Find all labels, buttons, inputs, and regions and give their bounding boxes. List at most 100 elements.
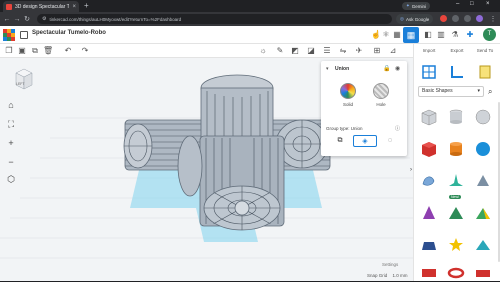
shapes-panel: Import Export Send To Basic Shapes ▾ ⌕ N…: [413, 44, 500, 281]
site-info-icon[interactable]: ⚙: [42, 16, 46, 22]
half-sphere-shape[interactable]: [420, 236, 438, 254]
minimize-icon[interactable]: –: [456, 1, 459, 7]
new-tab-button[interactable]: +: [84, 1, 89, 10]
maximize-icon[interactable]: □: [470, 1, 474, 7]
zoom-in-icon[interactable]: +: [5, 137, 17, 149]
shape-category-select[interactable]: Basic Shapes ▾: [418, 86, 484, 97]
sphere-hole-shape[interactable]: [474, 108, 492, 126]
close-window-icon[interactable]: ×: [486, 1, 490, 7]
blocks-icon[interactable]: ◧: [423, 30, 433, 40]
ask-google-label: Ask Google: [405, 16, 430, 22]
copy-icon[interactable]: ❐: [4, 46, 14, 56]
shape-inspector: ▾ Union 🔒 ◉ Solid Hole Group type: Union…: [321, 61, 407, 156]
perspective-icon[interactable]: ⬡: [5, 173, 17, 185]
fit-view-icon[interactable]: ⛶: [5, 118, 17, 130]
3d-view-button[interactable]: ▦: [403, 27, 419, 43]
extensions-puzzle-icon[interactable]: [452, 15, 459, 22]
ask-google-button[interactable]: ◎ Ask Google: [396, 14, 434, 24]
gemini-button[interactable]: ✦ Gemini: [402, 2, 431, 10]
star-shape[interactable]: [447, 236, 465, 254]
duplicate-icon[interactable]: ⧉: [30, 46, 40, 56]
text-shape[interactable]: [474, 172, 492, 190]
bricks-icon[interactable]: ▥: [436, 30, 446, 40]
gemini-icon: ✦: [406, 3, 410, 8]
mirror-icon[interactable]: ⇋: [338, 46, 348, 56]
pyramid-shape[interactable]: [474, 236, 492, 254]
group-type-help-icon[interactable]: ⓘ: [395, 125, 400, 132]
edit-toolbar: ❐ ▣ ⧉ 🗑 ↶ ↷ ☼ ✎ ◩ ◪ ☰ ⇋ ✈ ⊞ ⊿: [0, 44, 413, 58]
zoom-out-icon[interactable]: −: [5, 156, 17, 168]
group-type-label: Group type: Union: [326, 126, 363, 131]
delete-icon[interactable]: 🗑: [43, 46, 53, 56]
tinkercad-logo[interactable]: [3, 29, 15, 41]
address-bar: ← → ↻ ⚙ tinkercad.com/things/auLH0Myoxwt…: [0, 12, 500, 26]
search-icon[interactable]: ⌕: [488, 87, 492, 97]
roof-shape[interactable]: [447, 204, 465, 222]
chevron-down-icon: ▾: [477, 88, 480, 94]
ungroup-icon[interactable]: ◪: [306, 46, 316, 56]
workplane-icon[interactable]: ⊞: [372, 46, 382, 56]
codeblocks-icon[interactable]: ▦: [392, 30, 402, 40]
ruler-icon[interactable]: [449, 64, 465, 80]
browser-menu-icon[interactable]: ⋮: [488, 15, 498, 23]
snap-grid-control[interactable]: Snap Grid 1.0 mm: [367, 273, 408, 278]
group-type-color-button[interactable]: ◌: [378, 135, 402, 147]
browser-tab[interactable]: 3D design Spectacular Tumelo-Robo ×: [3, 1, 79, 12]
snap-grid-value: 1.0 mm: [392, 273, 408, 278]
reload-icon[interactable]: ↻: [22, 15, 32, 23]
align-icon[interactable]: ☰: [322, 46, 332, 56]
cylinder-shape[interactable]: [447, 140, 465, 158]
undo-icon[interactable]: ↶: [63, 46, 73, 56]
view-cube[interactable]: [13, 67, 35, 91]
lock-icon[interactable]: 🔒: [383, 65, 390, 72]
cylinder-hole-shape[interactable]: [447, 108, 465, 126]
back-icon[interactable]: ←: [2, 16, 12, 23]
design-menu-icon[interactable]: [20, 31, 28, 39]
group-type-union-button[interactable]: ⧉: [328, 135, 352, 147]
visibility-icon[interactable]: ◉: [395, 65, 400, 72]
torus-shape[interactable]: [447, 264, 465, 282]
sim-lab-icon[interactable]: ⚗: [450, 30, 460, 40]
sphere-shape[interactable]: [474, 140, 492, 158]
notes-icon[interactable]: [477, 64, 493, 80]
paste-icon[interactable]: ▣: [17, 46, 27, 56]
wedge-shape[interactable]: [474, 204, 492, 222]
box-shape[interactable]: [420, 140, 438, 158]
add-user-icon[interactable]: ✚: [465, 30, 475, 40]
downloads-icon[interactable]: [464, 15, 471, 22]
tab-close-icon[interactable]: ×: [72, 4, 76, 10]
tinker-hand-icon[interactable]: ☝: [371, 30, 381, 40]
note-icon[interactable]: ✎: [275, 46, 285, 56]
collapse-inspector-icon[interactable]: ▾: [326, 66, 329, 72]
collapse-panel-icon[interactable]: ›: [410, 167, 412, 173]
ruler-icon[interactable]: ⊿: [388, 46, 398, 56]
import-button[interactable]: Import: [416, 48, 442, 53]
scribble-shape[interactable]: [420, 172, 438, 190]
settings-link[interactable]: Settings: [382, 262, 398, 267]
group-icon[interactable]: ◩: [290, 46, 300, 56]
cruise-icon[interactable]: ✈: [354, 46, 364, 56]
box-hole-shape[interactable]: [420, 108, 438, 126]
hole-swatch[interactable]: [373, 83, 389, 99]
extension-icon[interactable]: [440, 15, 447, 22]
cone-shape[interactable]: [420, 204, 438, 222]
tube-shape[interactable]: [420, 264, 438, 282]
workplane-icon[interactable]: [421, 64, 437, 80]
group-type-merge-button[interactable]: ◈: [353, 135, 377, 147]
simulate-icon[interactable]: ⚛: [381, 30, 391, 40]
url-field[interactable]: ⚙ tinkercad.com/things/auLH0Myoxwt/edit?…: [37, 14, 392, 24]
paraboloid-shape[interactable]: [474, 264, 492, 282]
redo-icon[interactable]: ↷: [80, 46, 90, 56]
profile-avatar[interactable]: [476, 15, 483, 22]
home-view-icon[interactable]: ⌂: [5, 99, 17, 111]
url-text: tinkercad.com/things/auLH0Myoxwt/edit?re…: [49, 16, 182, 22]
export-button[interactable]: Export: [444, 48, 470, 53]
user-avatar[interactable]: T: [483, 28, 496, 41]
new-shape[interactable]: [447, 172, 465, 190]
solid-label: Solid: [342, 102, 353, 107]
design-title[interactable]: Spectacular Tumelo-Robo: [32, 30, 106, 36]
forward-icon[interactable]: →: [12, 16, 22, 23]
solid-swatch[interactable]: [340, 83, 356, 99]
send-to-button[interactable]: Send To: [472, 48, 498, 53]
light-bulb-icon[interactable]: ☼: [258, 46, 268, 56]
